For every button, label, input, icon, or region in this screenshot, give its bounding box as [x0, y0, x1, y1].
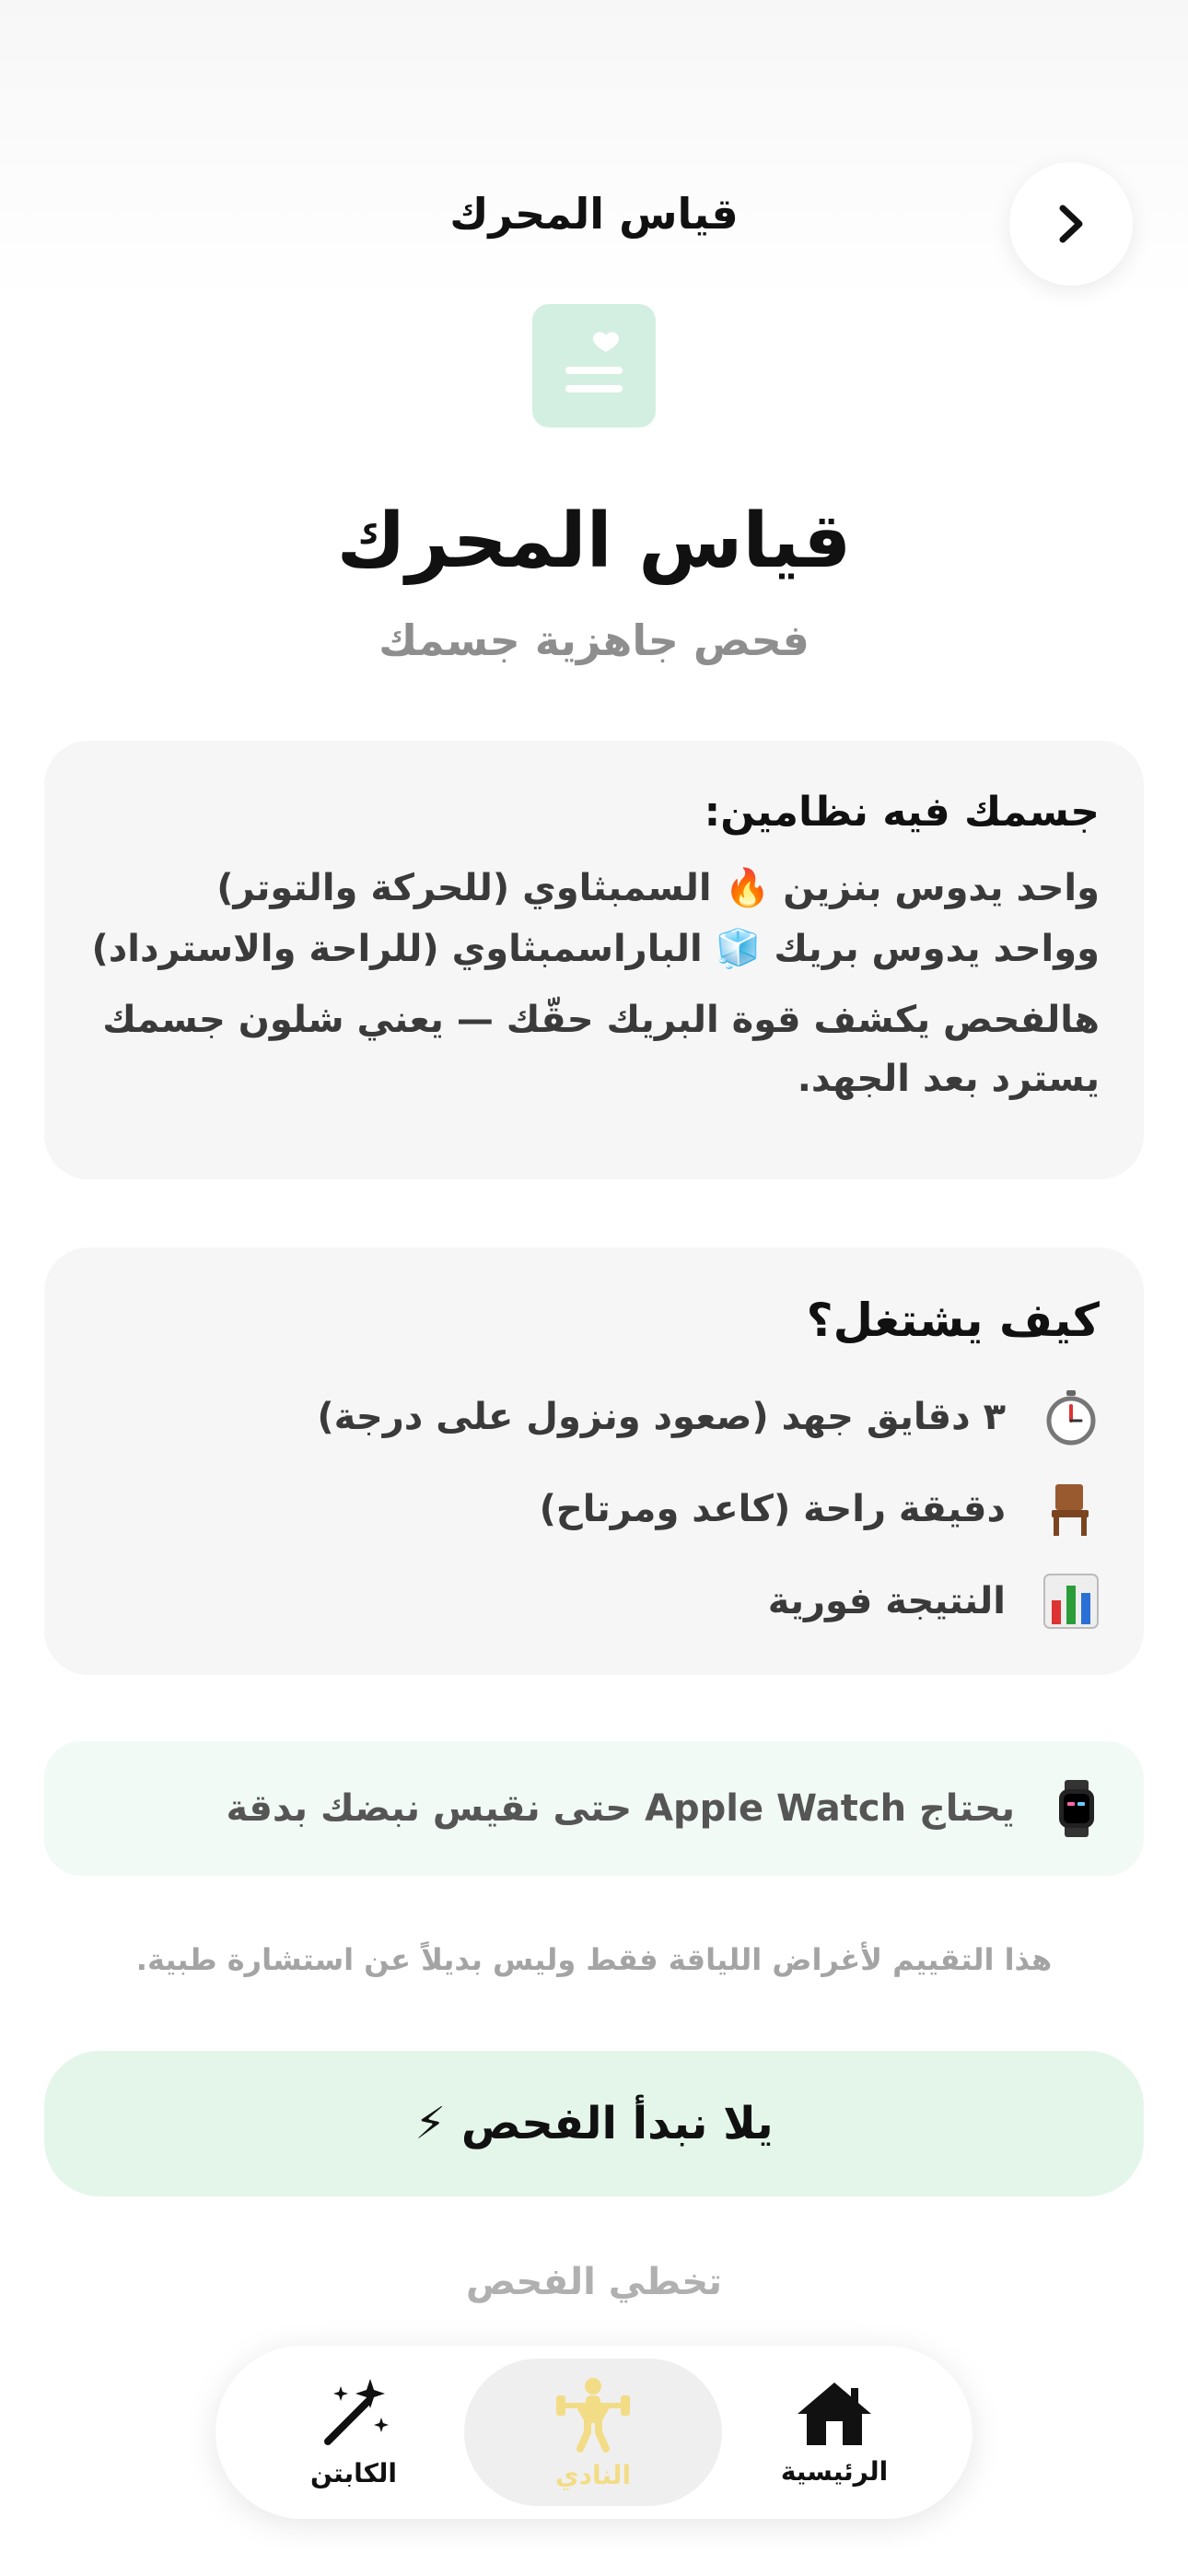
watch-icon [1059, 1780, 1094, 1837]
skip-test-link[interactable]: تخطي الفحص [0, 2261, 1188, 2303]
info-paragraph: هالفحص يكشف قوة البريك حقّك — يعني شلون … [102, 999, 1100, 1100]
tab-home-label: الرئيسية [780, 2455, 889, 2487]
page-title: قياس المحرك [336, 498, 852, 585]
step-text: ٣ دقايق جهد (صعود ونزول على درجة) [317, 1396, 1006, 1438]
chair-icon [1042, 1481, 1100, 1538]
nav-title: قياس المحرك [449, 189, 739, 239]
step-item: دقيقة راحة (كاعد ومرتاح) [88, 1463, 1100, 1555]
step-item: النتيجة فورية [88, 1555, 1100, 1647]
info-card-title: جسمك فيه نظامين: [704, 789, 1100, 836]
info-card: جسمك فيه نظامين: واحد يدوس بنزين 🔥 السمب… [44, 741, 1144, 1179]
how-it-works-card: كيف يشتغل؟ ٣ دقايق جهد (صعود ونزول على د… [44, 1247, 1144, 1675]
magic-wand-icon [324, 2378, 389, 2445]
info-line-parasympathetic: وواحد يدوس بريك 🧊 الباراسمبثاوي (للراحة … [91, 928, 1100, 970]
stopwatch-icon [1042, 1388, 1100, 1446]
health-record-icon [532, 304, 656, 427]
tab-captain[interactable]: الكابتن [262, 2346, 446, 2519]
tab-bar: الرئيسية النادي الكابتن [215, 2346, 973, 2519]
step-text: دقيقة راحة (كاعد ومرتاح) [539, 1488, 1006, 1530]
bar-chart-icon [1042, 1573, 1100, 1630]
watch-requirement-note: يحتاج Apple Watch حتى نقيس نبضك بدقة [44, 1741, 1144, 1876]
tab-club-label: النادي [554, 2459, 632, 2490]
info-line-sympathetic: واحد يدوس بنزين 🔥 السمبثاوي (للحركة والت… [216, 867, 1100, 909]
home-icon [798, 2382, 871, 2445]
tab-home[interactable]: الرئيسية [742, 2346, 926, 2519]
weightlifting-icon [556, 2377, 630, 2453]
step-item: ٣ دقايق جهد (صعود ونزول على درجة) [88, 1371, 1100, 1463]
medical-disclaimer: هذا التقييم لأغراض اللياقة فقط وليس بديل… [135, 1942, 1053, 1977]
tab-captain-label: الكابتن [309, 2457, 398, 2488]
page-subtitle: فحص جاهزية جسمك [379, 615, 809, 665]
watch-note-text: يحتاج Apple Watch حتى نقيس نبضك بدقة [226, 1787, 1015, 1830]
tab-club[interactable]: النادي [464, 2346, 722, 2519]
start-test-button[interactable]: يلا نبدأ الفحص ⚡ [44, 2051, 1144, 2196]
top-bar-background [0, 0, 1188, 304]
how-card-title: كيف يشتغل؟ [806, 1294, 1100, 1347]
step-text: النتيجة فورية [767, 1580, 1006, 1622]
